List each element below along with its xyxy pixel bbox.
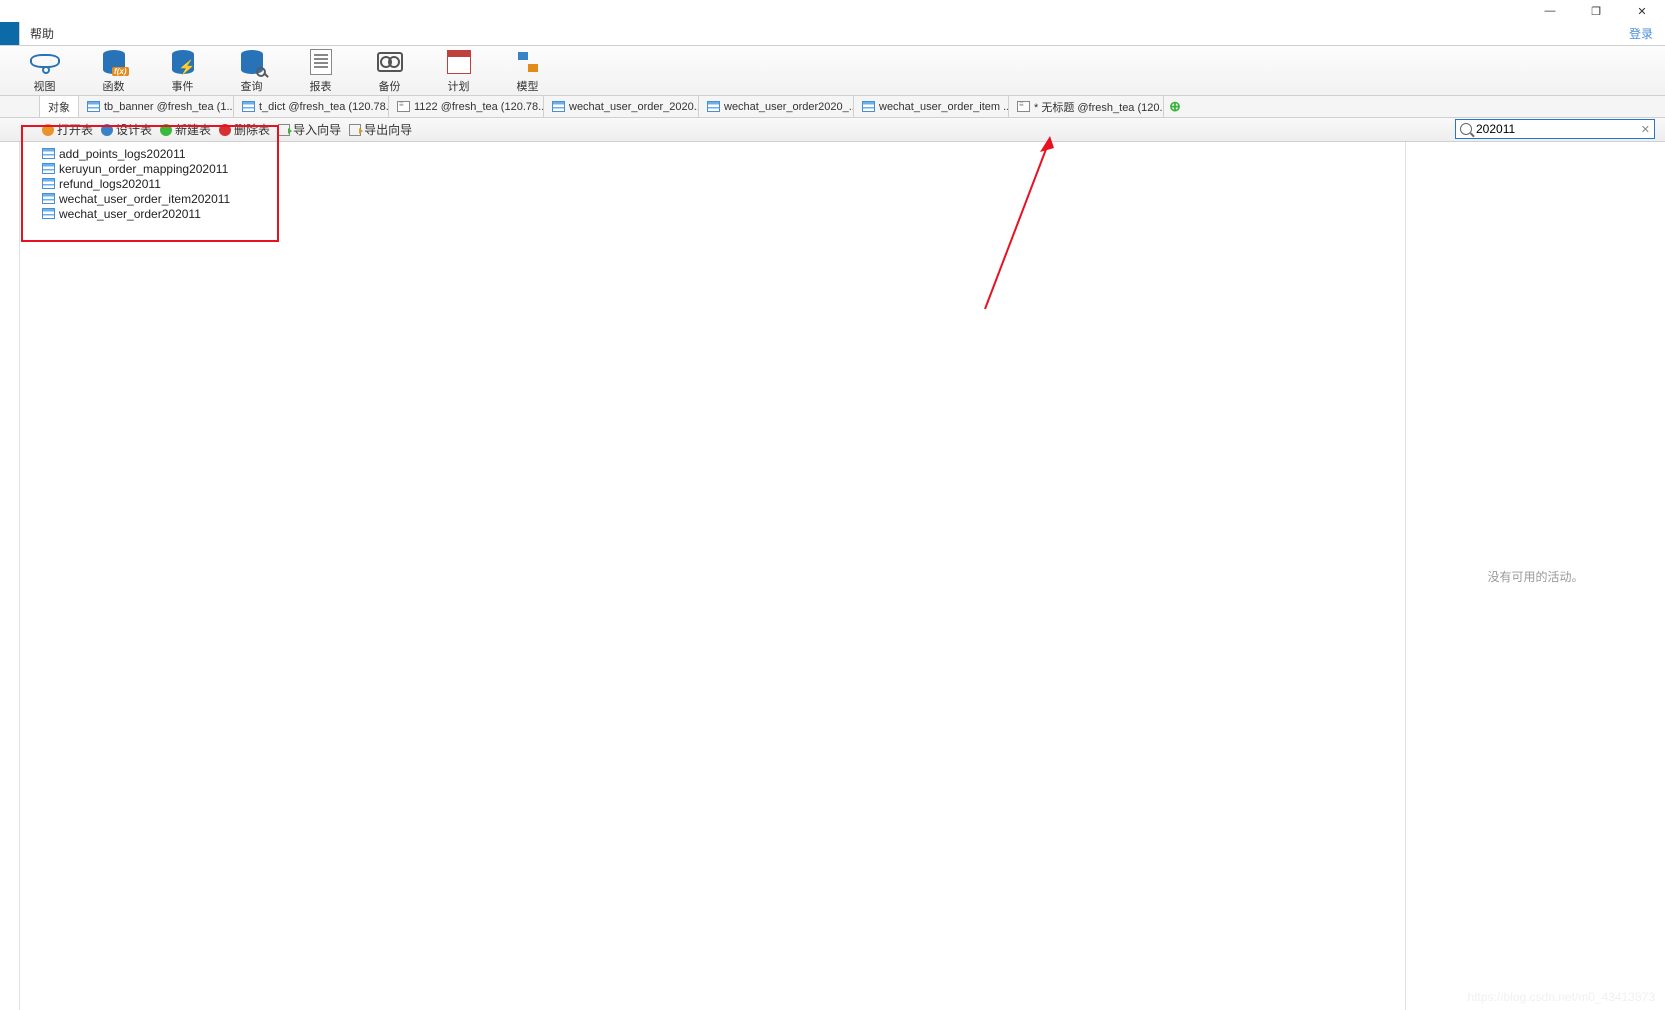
design-table-button[interactable]: 设计表 (101, 121, 152, 138)
delete-table-button[interactable]: 删除表 (219, 121, 270, 138)
query-icon (397, 101, 410, 112)
menu-help[interactable]: 帮助 (20, 22, 64, 45)
query-icon (1017, 101, 1030, 112)
search-clear-button[interactable]: ✕ (1641, 123, 1650, 136)
schedule-button[interactable]: 计划 (436, 48, 481, 94)
query-button[interactable]: 查询 (229, 48, 274, 94)
list-item[interactable]: wechat_user_order202011 (42, 206, 1405, 221)
model-icon (513, 48, 543, 76)
delete-icon (219, 124, 231, 136)
design-icon (101, 124, 113, 136)
import-wizard-button[interactable]: 导入向导 (278, 121, 341, 138)
tab-left-stub (0, 96, 40, 117)
object-list: add_points_logs202011 keruyun_order_mapp… (42, 146, 1405, 221)
minimize-button[interactable]: — (1527, 0, 1573, 22)
query-label: 查询 (241, 78, 263, 94)
tab-wechat-order-2020[interactable]: wechat_user_order2020_... (699, 96, 854, 117)
window-controls: — ❐ ✕ (1527, 0, 1665, 22)
close-button[interactable]: ✕ (1619, 0, 1665, 22)
search-icon (1460, 123, 1472, 135)
menubar: 帮助 登录 (0, 22, 1665, 46)
main-toolbar: 视图 f(x) 函数 ⚡ 事件 查询 报表 备份 计划 模型 (0, 46, 1665, 96)
table-icon (242, 101, 255, 112)
event-button[interactable]: ⚡ 事件 (160, 48, 205, 94)
list-item[interactable]: keruyun_order_mapping202011 (42, 161, 1405, 176)
tab-bar: 对象 tb_banner @fresh_tea (1... t_dict @fr… (0, 96, 1665, 118)
export-icon (349, 124, 361, 136)
schedule-icon (444, 48, 474, 76)
titlebar: — ❐ ✕ (0, 0, 1665, 22)
view-button[interactable]: 视图 (22, 48, 67, 94)
new-table-button[interactable]: 新建表 (160, 121, 211, 138)
list-item[interactable]: add_points_logs202011 (42, 146, 1405, 161)
report-label: 报表 (310, 78, 332, 94)
tab-wechat-order-item[interactable]: wechat_user_order_item ... (854, 96, 1009, 117)
content-area: add_points_logs202011 keruyun_order_mapp… (0, 142, 1665, 1010)
function-button[interactable]: f(x) 函数 (91, 48, 136, 94)
report-icon (306, 48, 336, 76)
function-label: 函数 (103, 78, 125, 94)
login-link[interactable]: 登录 (1617, 22, 1665, 45)
left-edge (0, 142, 20, 1010)
import-icon (278, 124, 290, 136)
tab-t-dict[interactable]: t_dict @fresh_tea (120.78... (234, 96, 389, 117)
table-icon (42, 148, 55, 159)
menu-left-stub (0, 22, 20, 45)
query-icon (237, 48, 267, 76)
event-icon: ⚡ (168, 48, 198, 76)
search-box[interactable]: ✕ (1455, 119, 1655, 139)
table-icon (42, 193, 55, 204)
list-item[interactable]: refund_logs202011 (42, 176, 1405, 191)
open-icon (42, 124, 54, 136)
export-wizard-button[interactable]: 导出向导 (349, 121, 412, 138)
tab-add-button[interactable]: ⊕ (1164, 96, 1186, 117)
maximize-button[interactable]: ❐ (1573, 0, 1619, 22)
backup-button[interactable]: 备份 (367, 48, 412, 94)
table-icon (42, 163, 55, 174)
activity-empty-text: 没有可用的活动。 (1487, 568, 1583, 585)
new-icon (160, 124, 172, 136)
tab-1122[interactable]: 1122 @fresh_tea (120.78... (389, 96, 544, 117)
view-icon (30, 48, 60, 76)
sub-toolbar: 打开表 设计表 新建表 删除表 导入向导 导出向导 ✕ (0, 118, 1665, 142)
table-icon (42, 178, 55, 189)
search-input[interactable] (1472, 122, 1641, 136)
function-icon: f(x) (99, 48, 129, 76)
table-icon (862, 101, 875, 112)
model-label: 模型 (517, 78, 539, 94)
table-icon (87, 101, 100, 112)
activity-panel: 没有可用的活动。 (1405, 142, 1665, 1010)
event-label: 事件 (172, 78, 194, 94)
watermark: https://blog.csdn.net/m0_43413873 (1468, 990, 1655, 1004)
table-icon (42, 208, 55, 219)
tab-untitled[interactable]: * 无标题 @fresh_tea (120... (1009, 96, 1164, 117)
object-list-panel: add_points_logs202011 keruyun_order_mapp… (20, 142, 1405, 1010)
list-item[interactable]: wechat_user_order_item202011 (42, 191, 1405, 206)
backup-label: 备份 (379, 78, 401, 94)
tab-objects[interactable]: 对象 (40, 96, 79, 117)
report-button[interactable]: 报表 (298, 48, 343, 94)
tab-tb-banner[interactable]: tb_banner @fresh_tea (1... (79, 96, 234, 117)
table-icon (552, 101, 565, 112)
model-button[interactable]: 模型 (505, 48, 550, 94)
view-label: 视图 (34, 78, 56, 94)
schedule-label: 计划 (448, 78, 470, 94)
open-table-button[interactable]: 打开表 (42, 121, 93, 138)
tab-wechat-order[interactable]: wechat_user_order_2020... (544, 96, 699, 117)
backup-icon (375, 48, 405, 76)
table-icon (707, 101, 720, 112)
